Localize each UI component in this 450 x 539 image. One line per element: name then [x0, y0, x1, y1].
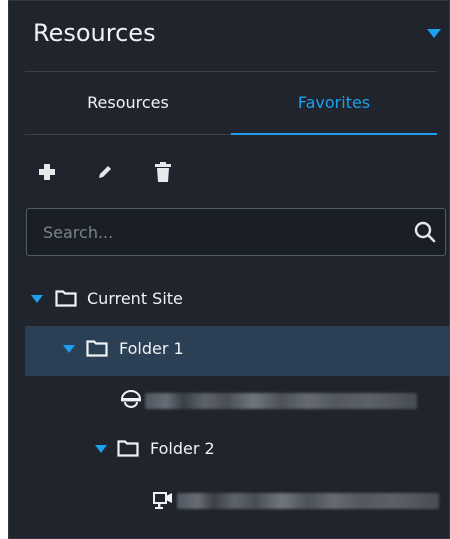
bullet-camera-icon — [153, 492, 172, 509]
collapse-arrow-icon[interactable] — [427, 29, 441, 38]
device-name-redacted — [145, 393, 417, 409]
plus-icon — [39, 164, 55, 180]
tree-label: Folder 2 — [150, 439, 215, 458]
resources-panel: Resources Resources Favorites Search... … — [8, 0, 450, 539]
search-input[interactable] — [27, 209, 407, 255]
tree-node-folder-1[interactable]: Folder 1 — [25, 326, 450, 376]
dome-camera-icon — [120, 390, 142, 408]
expand-caret-icon[interactable] — [31, 295, 43, 303]
tree-node-folder-2[interactable]: Folder 2 — [25, 426, 450, 476]
search-box — [26, 208, 446, 256]
tree-node-current-site[interactable]: Current Site — [25, 276, 450, 326]
expand-caret-icon[interactable] — [95, 445, 107, 453]
tree-node-device-bullet[interactable] — [25, 476, 450, 526]
tree-node-device-dome[interactable] — [25, 376, 450, 426]
tree-label: Current Site — [87, 289, 183, 308]
folder-icon — [117, 440, 139, 457]
tab-favorites[interactable]: Favorites — [231, 72, 437, 134]
folder-icon — [86, 340, 108, 357]
tab-resources[interactable]: Resources — [25, 72, 231, 134]
delete-button[interactable] — [149, 158, 177, 186]
expand-caret-icon[interactable] — [63, 345, 75, 353]
add-button[interactable] — [33, 158, 61, 186]
edit-button[interactable] — [91, 158, 119, 186]
tree-label: Folder 1 — [119, 339, 184, 358]
active-tab-indicator — [231, 133, 437, 135]
search-icon[interactable] — [413, 220, 437, 244]
panel-header: Resources — [25, 15, 445, 55]
pencil-icon — [99, 166, 111, 178]
tab-bar: Resources Favorites — [25, 72, 437, 135]
panel-title: Resources — [33, 19, 156, 47]
device-name-redacted — [177, 493, 439, 509]
trash-icon — [155, 162, 171, 182]
folder-icon — [55, 290, 77, 307]
